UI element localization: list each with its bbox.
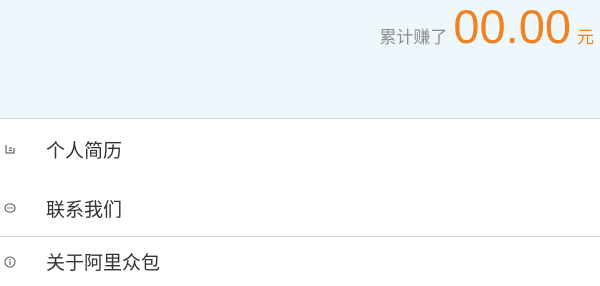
info-icon — [4, 255, 16, 268]
menu-item-resume[interactable]: 个人简历 — [0, 120, 600, 178]
menu-item-label: 联系我们 — [46, 198, 123, 221]
resume-icon — [4, 143, 16, 155]
menu-item-label: 个人简历 — [46, 139, 123, 162]
earned-unit: 元 — [577, 28, 594, 48]
chat-icon — [4, 202, 16, 214]
earnings-header: 累计赚了 00.00 元 — [0, 0, 600, 119]
earned-label: 累计赚了 — [379, 28, 448, 48]
earned-amount: 00.00 — [453, 0, 571, 53]
menu-item-label: 关于阿里众包 — [46, 252, 161, 274]
earnings-summary: 累计赚了 00.00 元 — [379, 1, 594, 53]
menu-item-contact[interactable]: 联系我们 — [0, 180, 600, 236]
menu-item-about[interactable]: 关于阿里众包 — [0, 237, 600, 286]
